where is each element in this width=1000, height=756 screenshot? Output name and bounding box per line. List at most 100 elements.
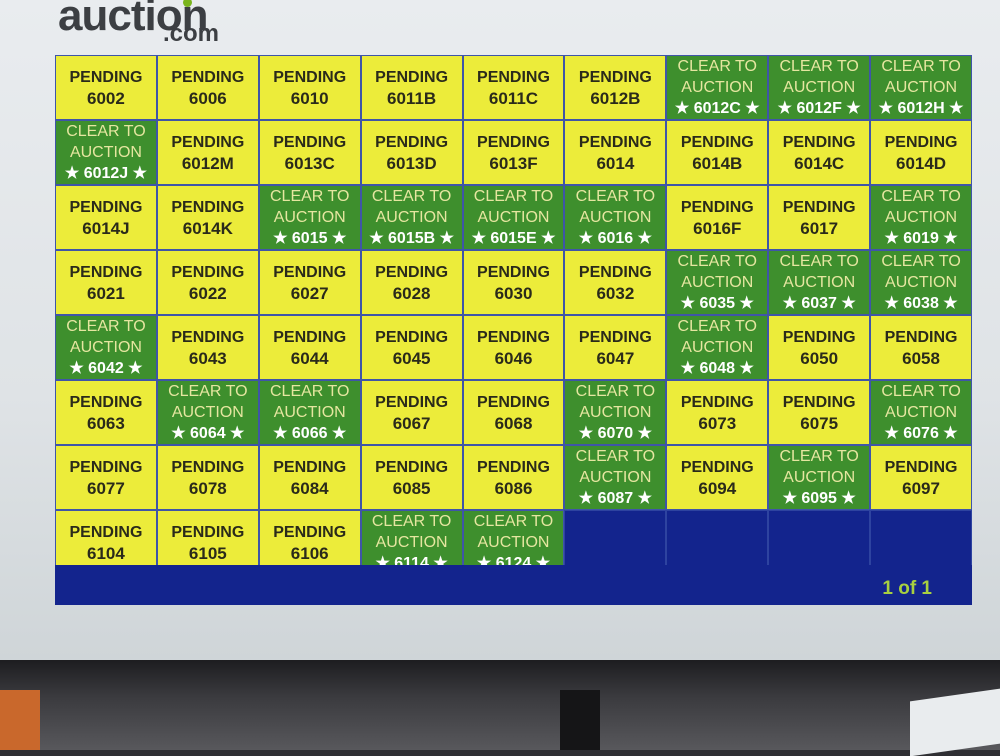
tile-status-label: CLEAR TO xyxy=(168,383,248,400)
tile-status-label-2: AUCTION xyxy=(171,404,244,421)
background-object xyxy=(0,690,40,750)
tile-number-row: ★ 6038 ★ xyxy=(884,293,957,314)
tile-number: 6085 xyxy=(392,478,431,498)
star-icon: ★ xyxy=(884,425,904,442)
pending-tile: PENDING 6016F xyxy=(666,185,769,250)
tile-number: 6015 xyxy=(291,230,328,247)
tile-status-label: PENDING xyxy=(69,68,143,86)
pending-tile: PENDING 6014 xyxy=(564,120,667,185)
tile-status-label: PENDING xyxy=(884,458,958,476)
tile-number: 6043 xyxy=(188,348,227,368)
tile-number: 6087 xyxy=(597,490,634,507)
star-icon: ★ xyxy=(884,295,904,312)
tile-status-label-2: AUCTION xyxy=(885,209,958,226)
tile-status-label: PENDING xyxy=(477,458,550,476)
tile-status-label: PENDING xyxy=(273,263,347,281)
tile-status-label-2: AUCTION xyxy=(375,534,448,551)
star-icon: ★ xyxy=(633,490,652,507)
tile-status-label: PENDING xyxy=(884,328,958,346)
clear-to-auction-tile: CLEAR TO AUCTION ★ 6066 ★ xyxy=(258,380,361,445)
pending-tile: PENDING 6011C xyxy=(462,55,565,120)
tile-status-label: CLEAR TO xyxy=(575,448,656,465)
tile-status-label: PENDING xyxy=(69,523,143,541)
tile-number: 6028 xyxy=(392,283,431,303)
tile-number: 6044 xyxy=(290,348,329,368)
tile-status-label: CLEAR TO xyxy=(269,188,350,205)
tile-status-label: CLEAR TO xyxy=(269,383,350,400)
star-icon: ★ xyxy=(64,165,84,182)
pending-tile: PENDING 6013C xyxy=(258,120,361,185)
tile-number: 6042 xyxy=(88,360,124,377)
tile-number: 6012M xyxy=(181,153,234,173)
tile-status-label: PENDING xyxy=(171,68,245,86)
pending-tile: PENDING 6013D xyxy=(360,120,463,185)
tile-number-row: ★ 6048 ★ xyxy=(681,358,754,379)
star-icon: ★ xyxy=(782,295,802,312)
tile-number-row: ★ 6070 ★ xyxy=(579,423,652,444)
pending-tile: PENDING 6027 xyxy=(258,250,361,315)
tile-number-row: ★ 6042 ★ xyxy=(69,358,142,379)
tile-status-label-2: AUCTION xyxy=(681,274,754,291)
tile-status-label: PENDING xyxy=(273,328,347,346)
tile-number: 6014C xyxy=(794,153,845,173)
tile-number: 6050 xyxy=(800,348,839,368)
tile-number-row: ★ 6016 ★ xyxy=(579,228,652,249)
tile-status-label: PENDING xyxy=(273,133,347,151)
star-icon: ★ xyxy=(273,230,292,247)
tile-status-label-2: AUCTION xyxy=(579,469,652,486)
tile-status-label: CLEAR TO xyxy=(473,188,554,205)
tile-status-label: PENDING xyxy=(477,328,550,346)
pending-tile: PENDING 6085 xyxy=(360,445,463,510)
tile-number: 6019 xyxy=(903,230,939,247)
star-icon: ★ xyxy=(471,230,491,247)
tile-number: 6010 xyxy=(290,88,329,108)
tile-status-label-2: AUCTION xyxy=(783,274,856,291)
tile-status-label: PENDING xyxy=(375,133,449,151)
tile-number: 6027 xyxy=(290,283,329,303)
tile-status-label: PENDING xyxy=(375,328,449,346)
tile-number: 6097 xyxy=(902,478,940,498)
tile-number: 6016F xyxy=(693,218,742,238)
clear-to-auction-tile: CLEAR TO AUCTION ★ 6012H ★ xyxy=(870,55,972,120)
tile-number: 6094 xyxy=(698,478,737,498)
pending-tile: PENDING 6014K xyxy=(156,185,259,250)
tile-number-row: ★ 6012H ★ xyxy=(879,98,964,119)
tile-status-label: PENDING xyxy=(680,393,754,411)
clear-to-auction-tile: CLEAR TO AUCTION ★ 6095 ★ xyxy=(768,445,871,510)
tile-status-label-2: AUCTION xyxy=(375,209,448,226)
tile-status-label: PENDING xyxy=(273,68,347,86)
tile-number: 6068 xyxy=(494,413,533,433)
tile-number: 6014 xyxy=(596,153,635,173)
tile-number: 6013D xyxy=(386,153,437,173)
tile-status-label: PENDING xyxy=(680,133,754,151)
tile-status-label: PENDING xyxy=(375,458,449,476)
pending-tile: PENDING 6002 xyxy=(55,55,157,120)
star-icon: ★ xyxy=(680,360,700,377)
star-icon: ★ xyxy=(171,425,191,442)
tile-status-label: PENDING xyxy=(782,133,856,151)
star-icon: ★ xyxy=(878,100,898,117)
tile-number-row: ★ 6064 ★ xyxy=(171,423,244,444)
pending-tile: PENDING 6075 xyxy=(768,380,871,445)
tile-number-row: ★ 6087 ★ xyxy=(579,488,652,509)
tile-status-label: PENDING xyxy=(477,263,550,281)
tile-status-label: PENDING xyxy=(69,458,143,476)
logo-suffix: .com xyxy=(163,20,220,47)
tile-number-row: ★ 6066 ★ xyxy=(273,423,346,444)
star-icon: ★ xyxy=(69,360,89,377)
star-icon: ★ xyxy=(740,100,760,117)
tile-status-label: PENDING xyxy=(273,458,347,476)
tile-status-label: CLEAR TO xyxy=(779,253,859,270)
clear-to-auction-tile: CLEAR TO AUCTION ★ 6076 ★ xyxy=(870,380,972,445)
tile-number-row: ★ 6015B ★ xyxy=(369,228,454,249)
pending-tile: PENDING 6073 xyxy=(666,380,769,445)
tile-status-label: PENDING xyxy=(680,458,754,476)
tile-number: 6012J xyxy=(83,165,129,182)
pending-tile: PENDING 6045 xyxy=(360,315,463,380)
tile-status-label-2: AUCTION xyxy=(69,144,142,161)
tile-status-label-2: AUCTION xyxy=(783,469,856,486)
auction-status-board: PENDING 6002 PENDING 6006 PENDING 6010 PENDING… xyxy=(55,55,972,605)
tile-number: 6048 xyxy=(699,360,736,377)
pending-tile: PENDING 6014B xyxy=(666,120,769,185)
pending-tile: PENDING 6094 xyxy=(666,445,769,510)
